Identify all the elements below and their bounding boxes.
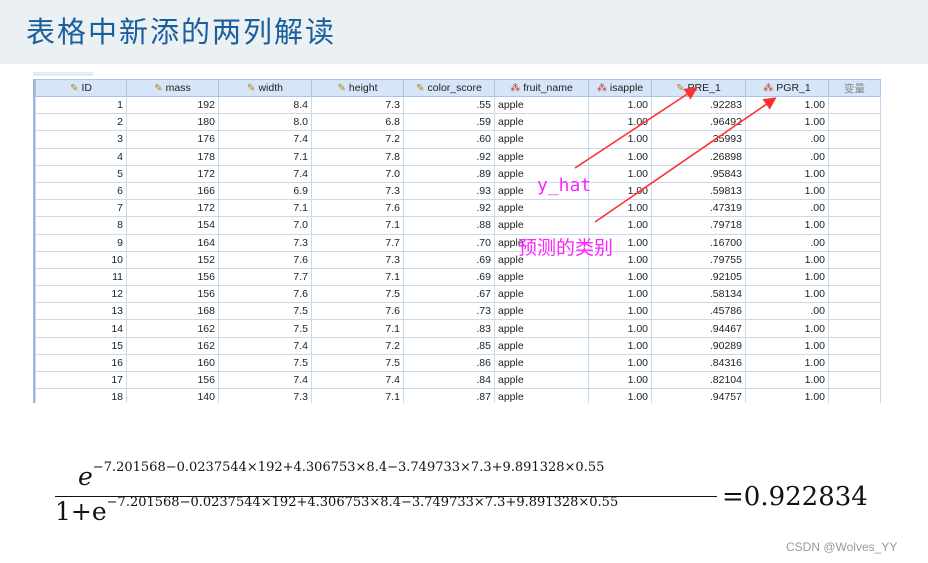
arrow-to-pgr1 xyxy=(594,97,777,223)
exponent: −7.201568−0.0237544×192+4.306753×8.4−3.7… xyxy=(106,495,619,510)
one-plus-e: 1+e xyxy=(55,497,107,526)
watermark: CSDN @Wolves_YY xyxy=(786,540,898,554)
formula-denominator: 1+e−7.201568−0.0237544×192+4.306753×8.4−… xyxy=(55,495,619,526)
formula-result: =0.922834 xyxy=(722,482,868,512)
predicted-class-annotation: 预测的类别 xyxy=(518,238,614,259)
e-base: e xyxy=(78,462,93,491)
formula-numerator: e−7.201568−0.0237544×192+4.306753×8.4−3.… xyxy=(78,460,605,491)
exponent: −7.201568−0.0237544×192+4.306753×8.4−3.7… xyxy=(92,460,605,475)
y-hat-annotation: y_hat xyxy=(537,175,592,196)
arrow-to-pre1 xyxy=(574,87,698,169)
